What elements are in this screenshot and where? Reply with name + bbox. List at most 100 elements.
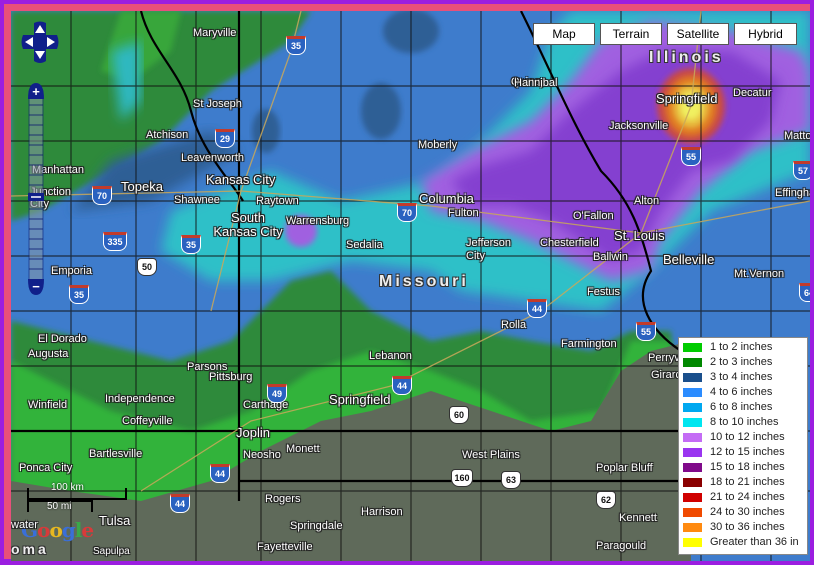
city-label: Maryville: [193, 27, 237, 39]
city-label: Ponca City: [19, 462, 73, 474]
city-label: Shawnee: [174, 194, 220, 206]
legend-swatch: [683, 537, 702, 547]
city-label: Leavenworth: [181, 152, 244, 164]
city-label: El Dorado: [38, 333, 87, 345]
us-route-shield: 63: [501, 471, 521, 489]
city-label: Winfield: [28, 399, 68, 411]
city-label: Sedalia: [346, 239, 383, 251]
city-label: Rogers: [265, 493, 301, 505]
interstate-shield: 44: [527, 299, 547, 318]
zoom-track[interactable]: [28, 90, 44, 288]
interstate-shield: 64: [799, 283, 810, 302]
city-label: Independence: [105, 393, 175, 405]
interstate-shield: 55: [681, 147, 701, 166]
city-label: St Joseph: [193, 98, 242, 110]
legend-label: 21 to 24 inches: [710, 491, 785, 503]
scale-mi-label: 50 mi: [47, 501, 72, 512]
city-label: Mt.Vernon: [734, 268, 785, 280]
legend-item: 1 to 2 inches: [683, 341, 772, 356]
legend-item: 3 to 4 inches: [683, 371, 772, 386]
us-route-shield: 60: [449, 406, 469, 424]
legend-item: 18 to 21 inches: [683, 476, 785, 491]
city-label: Fayetteville: [257, 541, 313, 553]
map-type-satellite-button[interactable]: Satellite: [667, 23, 729, 45]
legend-label: Greater than 36 in: [710, 536, 799, 548]
city-label: Paragould: [596, 540, 647, 552]
interstate-shield: 35: [286, 36, 306, 55]
interstate-shield: 35: [69, 285, 89, 304]
city-label: Emporia: [51, 265, 92, 277]
snow-band-3-4-patch: [361, 83, 401, 139]
snow-band-3-4-patch: [252, 109, 280, 153]
legend-swatch: [683, 462, 702, 472]
legend-swatch: [683, 447, 702, 457]
state-label-oklahoma: oma: [11, 541, 49, 557]
zoom-in-icon: +: [32, 84, 40, 99]
map-type-hybrid-button[interactable]: Hybrid: [734, 23, 797, 45]
interstate-shield: 44: [392, 376, 412, 395]
us-route-shield: 62: [596, 491, 616, 509]
interstate-shield: 335: [103, 232, 127, 251]
legend-label: 8 to 10 inches: [710, 416, 779, 428]
city-label: Springdale: [290, 520, 343, 532]
legend-item: 24 to 30 inches: [683, 506, 785, 521]
city-label: Kennett: [619, 512, 657, 524]
page-frame: Missouri Illinois oma Maryville St Josep…: [0, 0, 814, 565]
city-label: Perryv: [648, 352, 680, 364]
legend-label: 2 to 3 inches: [710, 356, 773, 368]
legend-label: 18 to 21 inches: [710, 476, 785, 488]
city-label: Farmington: [561, 338, 617, 350]
interstate-shield: 44: [210, 464, 230, 483]
legend-label: 4 to 6 inches: [710, 386, 773, 398]
city-label: Topeka: [121, 179, 163, 194]
city-label: Neosho: [243, 449, 281, 461]
city-label: Joplin: [236, 425, 270, 440]
legend-item: 12 to 15 inches: [683, 446, 785, 461]
interstate-shield: 70: [92, 186, 112, 205]
city-label: Harrison: [361, 506, 403, 518]
city-label: Coffeyville: [122, 415, 173, 427]
legend-swatch: [683, 357, 702, 367]
city-label: Festus: [587, 286, 621, 298]
city-label: Jacksonville: [609, 120, 669, 132]
city-label: Bartlesville: [89, 448, 143, 460]
city-label: Kansas City: [206, 172, 276, 187]
city-label: Chesterfield: [540, 237, 599, 249]
us-route-shield: 160: [451, 469, 473, 487]
city-label: St. Louis: [614, 228, 665, 243]
city-label: Lebanon: [369, 350, 412, 362]
city-label: Effinghar: [775, 187, 810, 199]
city-label: Fulton: [448, 207, 479, 219]
city-label-hannibal: Hannibal: [514, 77, 558, 89]
city-label: Poplar Bluff: [596, 462, 653, 474]
map-type-terrain-button[interactable]: Terrain: [600, 23, 662, 45]
legend-item: 4 to 6 inches: [683, 386, 772, 401]
city-label: West Plains: [462, 449, 520, 461]
legend-swatch: [683, 507, 702, 517]
legend-item: 10 to 12 inches: [683, 431, 785, 446]
city-label: Pittsburg: [209, 371, 253, 383]
city-label: Girarc: [651, 369, 681, 381]
legend-item: Greater than 36 in: [683, 536, 799, 551]
state-label-missouri: Missouri: [379, 273, 469, 290]
map-type-map-button[interactable]: Map: [533, 23, 595, 45]
legend-label: 1 to 2 inches: [710, 341, 773, 353]
city-label: Decatur: [733, 87, 772, 99]
legend-label: 12 to 15 inches: [710, 446, 785, 458]
legend-label: 6 to 8 inches: [710, 401, 773, 413]
interstate-shield: 44: [170, 494, 190, 513]
legend-item: 2 to 3 inches: [683, 356, 772, 371]
legend-item: 21 to 24 inches: [683, 491, 785, 506]
zoom-control[interactable]: + −: [28, 83, 44, 295]
city-label: Alton: [634, 195, 660, 207]
interstate-shield: 35: [181, 235, 201, 254]
legend-label: 30 to 36 inches: [710, 521, 785, 533]
pan-control[interactable]: [21, 21, 59, 73]
city-label: Columbia: [419, 191, 474, 206]
zoom-out-icon: −: [32, 279, 40, 294]
interstate-shield: 49: [267, 384, 287, 403]
scale-km-label: 100 km: [51, 482, 84, 493]
legend-swatch: [683, 432, 702, 442]
legend-swatch: [683, 477, 702, 487]
water-label: water: [11, 519, 38, 531]
